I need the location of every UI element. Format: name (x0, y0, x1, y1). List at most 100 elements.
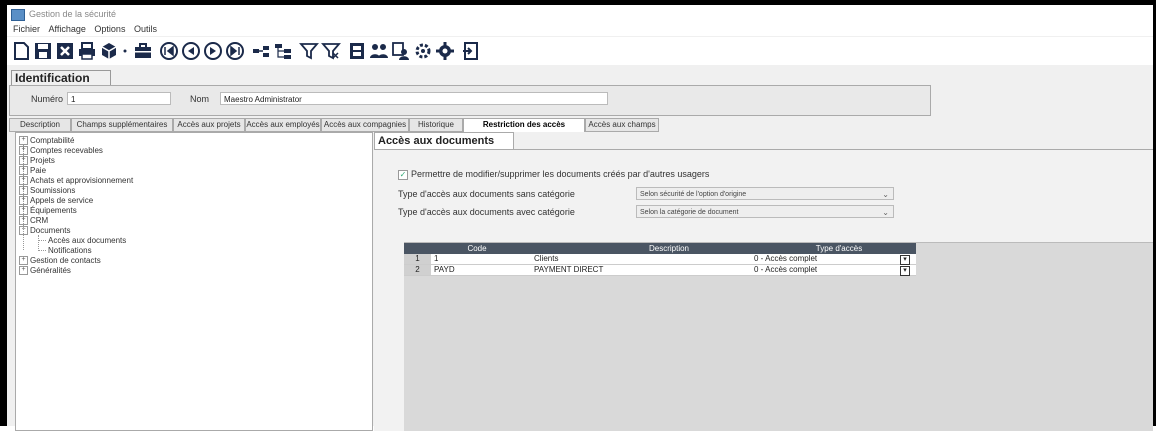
avec-categorie-select[interactable]: Selon la catégorie de document ⌄ (636, 205, 894, 218)
panel-title: Accès aux documents (374, 132, 514, 149)
save-icon[interactable] (33, 41, 53, 61)
tree-line (38, 240, 46, 241)
toolbox-icon[interactable] (133, 41, 153, 61)
tree-item-crm[interactable]: + CRM (19, 216, 48, 226)
allow-modify-checkbox[interactable]: ✓ (398, 170, 408, 180)
row-number: 1 (404, 254, 431, 264)
hierarchy-icon[interactable] (273, 41, 293, 61)
cell-description[interactable]: PAYMENT DIRECT (534, 265, 603, 275)
expand-icon[interactable]: + (19, 196, 28, 206)
tree-item-generalites[interactable]: + Généralités (19, 266, 71, 276)
link-icon[interactable] (251, 41, 271, 61)
application-window: Gestion de la sécurité Fichier Affichage… (7, 5, 1153, 431)
cell-code[interactable]: PAYD (434, 265, 455, 275)
app-icon (11, 9, 25, 21)
expand-icon[interactable]: + (19, 166, 28, 176)
nom-label: Nom (190, 94, 210, 104)
expand-icon[interactable]: + (19, 186, 28, 196)
tree-item-gestion-contacts[interactable]: + Gestion de contacts (19, 256, 101, 266)
expand-icon[interactable]: + (19, 156, 28, 166)
calendar-icon[interactable] (347, 41, 367, 61)
exit-icon[interactable] (461, 41, 481, 61)
tree-item-notifications[interactable]: Notifications (48, 246, 92, 255)
tab-description[interactable]: Description (9, 118, 71, 132)
panel-body: ✓ Permettre de modifier/supprimer les do… (374, 149, 1153, 431)
package-icon[interactable] (99, 41, 119, 61)
users-icon[interactable] (369, 41, 389, 61)
column-header-code[interactable]: Code (432, 243, 522, 254)
new-icon[interactable] (11, 41, 31, 61)
menu-affichage[interactable]: Affichage (49, 23, 86, 36)
nom-field[interactable]: Maestro Administrator (220, 92, 608, 105)
tree-item-comptabilite[interactable]: + Comptabilité (19, 136, 74, 146)
cell-type-acces[interactable]: 0 - Accès complet (754, 254, 817, 264)
tree-item-paie[interactable]: + Paie (19, 166, 46, 176)
last-icon[interactable] (225, 41, 245, 61)
menu-bar: Fichier Affichage Options Outils (7, 23, 1153, 36)
row-number: 2 (404, 265, 431, 275)
dropdown-arrow-icon[interactable]: ▾ (900, 255, 910, 265)
identification-header: Identification (11, 70, 111, 86)
table-row[interactable]: 1 1 Clients 0 - Accès complet ▾ (404, 254, 916, 265)
expand-icon[interactable]: + (19, 206, 28, 216)
first-icon[interactable] (159, 41, 179, 61)
tab-acces-employes[interactable]: Accès aux employés (245, 118, 321, 132)
next-icon[interactable] (203, 41, 223, 61)
delete-icon[interactable] (55, 41, 75, 61)
tree-item-appels-service[interactable]: + Appels de service (19, 196, 93, 206)
avec-categorie-label: Type d'accès aux documents avec catégori… (398, 207, 575, 217)
tree-item-achats[interactable]: + Achats et approvisionnement (19, 176, 133, 186)
copy-user-icon[interactable] (391, 41, 411, 61)
identification-panel: Numéro 1 Nom Maestro Administrator (9, 85, 931, 116)
menu-options[interactable]: Options (94, 23, 125, 36)
tree-item-projets[interactable]: + Projets (19, 156, 55, 166)
numero-field[interactable]: 1 (67, 92, 171, 105)
expand-icon[interactable]: + (19, 176, 28, 186)
window-frame-left (0, 0, 7, 426)
numero-label: Numéro (31, 94, 64, 104)
clear-filter-icon[interactable] (321, 41, 341, 61)
tree-line (38, 250, 46, 251)
column-header-description[interactable]: Description (564, 243, 774, 254)
expand-icon[interactable]: + (19, 146, 28, 156)
tree-item-comptes-recevables[interactable]: + Comptes recevables (19, 146, 103, 156)
tab-strip: Description Champs supplémentaires Accès… (7, 118, 897, 132)
tree-item-soumissions[interactable]: + Soumissions (19, 186, 75, 196)
gear-icon[interactable] (435, 41, 455, 61)
dropdown-icon[interactable] (121, 41, 129, 61)
tree-item-documents[interactable]: − Documents (19, 226, 70, 236)
cell-type-acces[interactable]: 0 - Accès complet (754, 265, 817, 275)
cell-description[interactable]: Clients (534, 254, 558, 264)
collapse-icon[interactable]: − (19, 226, 28, 236)
previous-icon[interactable] (181, 41, 201, 61)
toolbar (7, 37, 1153, 65)
table-row[interactable]: 2 PAYD PAYMENT DIRECT 0 - Accès complet … (404, 265, 916, 276)
tab-acces-projets[interactable]: Accès aux projets (173, 118, 245, 132)
sans-categorie-select[interactable]: Selon sécurité de l'option d'origine ⌄ (636, 187, 894, 200)
tree-item-equipements[interactable]: + Équipements (19, 206, 77, 216)
grid-header: Code Description Type d'accès (404, 243, 916, 254)
dropdown-arrow-icon[interactable]: ▾ (900, 266, 910, 276)
expand-icon[interactable]: + (19, 256, 28, 266)
documents-access-panel: Accès aux documents ✓ Permettre de modif… (374, 132, 1153, 431)
filter-icon[interactable] (299, 41, 319, 61)
print-icon[interactable] (77, 41, 97, 61)
menu-outils[interactable]: Outils (134, 23, 157, 36)
tree-item-acces-documents[interactable]: Accès aux documents (48, 236, 126, 245)
expand-icon[interactable]: + (19, 266, 28, 276)
window-title: Gestion de la sécurité (29, 9, 117, 19)
chevron-down-icon: ⌄ (882, 208, 889, 217)
tab-champs-supplementaires[interactable]: Champs supplémentaires (71, 118, 173, 132)
tab-restriction-acces[interactable]: Restriction des accès (463, 118, 585, 132)
expand-icon[interactable]: + (19, 136, 28, 146)
cell-code[interactable]: 1 (434, 254, 438, 264)
allow-modify-label: Permettre de modifier/supprimer les docu… (411, 169, 710, 179)
menu-fichier[interactable]: Fichier (13, 23, 40, 36)
tab-historique[interactable]: Historique (409, 118, 463, 132)
tab-acces-compagnies[interactable]: Accès aux compagnies (321, 118, 409, 132)
tab-acces-champs[interactable]: Accès aux champs (585, 118, 659, 132)
expand-icon[interactable]: + (19, 216, 28, 226)
column-header-type-acces[interactable]: Type d'accès (764, 243, 914, 254)
module-tree: + Comptabilité + Comptes recevables + Proje… (15, 132, 373, 431)
settings-icon[interactable] (413, 41, 433, 61)
